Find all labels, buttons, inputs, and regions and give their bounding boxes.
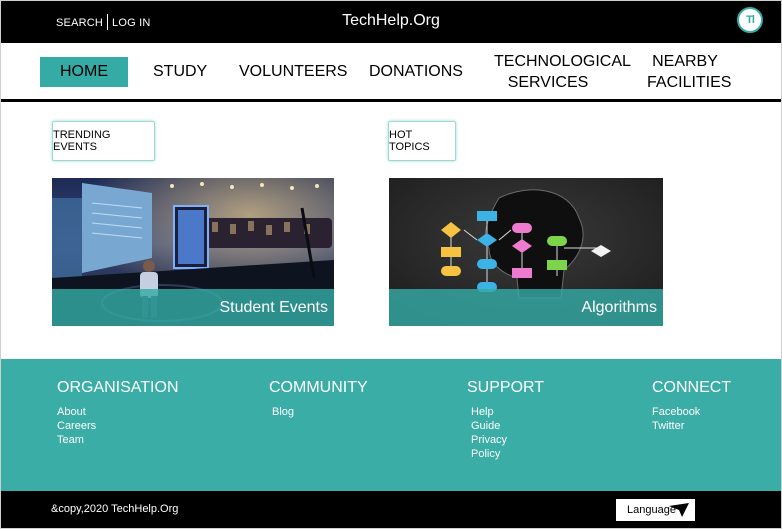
nav-nearby-line2: FACILITIES xyxy=(647,74,732,91)
footer: ORGANISATION About Careers Team COMMUNIT… xyxy=(1,359,781,491)
trending-events-label: TRENDING EVENTS xyxy=(53,129,111,153)
copyright-text: &copy,2020 TechHelp.Org xyxy=(51,503,179,515)
nav-donations[interactable]: DONATIONS xyxy=(369,63,463,81)
footer-connect-title: CONNECT xyxy=(652,379,732,396)
site-logo-icon[interactable]: Tl xyxy=(737,7,763,33)
student-events-caption: Student Events xyxy=(52,289,334,326)
footer-link-facebook[interactable]: Facebook xyxy=(652,405,731,419)
nav-tech-line2: SERVICES xyxy=(507,74,589,91)
trending-events-tab[interactable]: TRENDING EVENTS xyxy=(52,121,155,161)
footer-link-help[interactable]: Help xyxy=(471,405,544,419)
footer-organisation: ORGANISATION About Careers Team xyxy=(57,379,179,447)
footer-link-blog[interactable]: Blog xyxy=(272,405,368,419)
nav-nearby-facilities[interactable]: NEARBY FACILITIES xyxy=(647,53,732,92)
footer-link-twitter[interactable]: Twitter xyxy=(652,419,731,433)
site-title[interactable]: TechHelp.Org xyxy=(1,12,781,30)
send-arrow-icon xyxy=(669,503,689,517)
page-frame: SEARCH LOG IN TechHelp.Org Tl HOME STUDY … xyxy=(0,0,782,529)
nav-home-label: HOME xyxy=(60,63,108,80)
footer-community-title: COMMUNITY xyxy=(269,379,368,396)
logo-monogram: Tl xyxy=(746,14,755,26)
footer-link-about[interactable]: About xyxy=(57,405,179,419)
footer-support-title: SUPPORT xyxy=(467,379,545,396)
algorithms-caption: Algorithms xyxy=(389,289,663,326)
main-nav: HOME STUDY VOLUNTEERS DONATIONS TECHNOLO… xyxy=(1,43,781,102)
hot-topics-label: HOT TOPICS xyxy=(389,129,430,153)
footer-link-team[interactable]: Team xyxy=(57,433,179,447)
footer-link-careers[interactable]: Careers xyxy=(57,419,179,433)
footer-link-policy[interactable]: Policy xyxy=(471,447,544,461)
footer-community: COMMUNITY Blog xyxy=(269,379,368,419)
footer-organisation-title: ORGANISATION xyxy=(57,379,179,396)
nav-tech-line1: TECHNOLOGICAL xyxy=(494,53,631,70)
student-events-card[interactable]: Student Events xyxy=(52,178,334,326)
language-select[interactable]: Language xyxy=(616,499,695,521)
nav-nearby-line1: NEARBY xyxy=(652,53,718,70)
nav-home[interactable]: HOME xyxy=(40,57,128,87)
nav-study[interactable]: STUDY xyxy=(153,63,207,81)
footer-connect: CONNECT Facebook Twitter xyxy=(652,379,731,433)
footer-link-privacy[interactable]: Privacy xyxy=(471,433,544,447)
top-bar: SEARCH LOG IN TechHelp.Org Tl xyxy=(1,1,781,43)
hot-topics-tab[interactable]: HOT TOPICS xyxy=(388,121,456,161)
algorithms-card[interactable]: Algorithms xyxy=(389,178,663,326)
nav-volunteers[interactable]: VOLUNTEERS xyxy=(239,63,347,81)
footer-link-guide[interactable]: Guide xyxy=(471,419,544,433)
bottom-bar: &copy,2020 TechHelp.Org Language xyxy=(1,491,781,528)
footer-support: SUPPORT Help Guide Privacy Policy xyxy=(467,379,544,461)
nav-technological-services[interactable]: TECHNOLOGICAL SERVICES xyxy=(494,53,631,92)
